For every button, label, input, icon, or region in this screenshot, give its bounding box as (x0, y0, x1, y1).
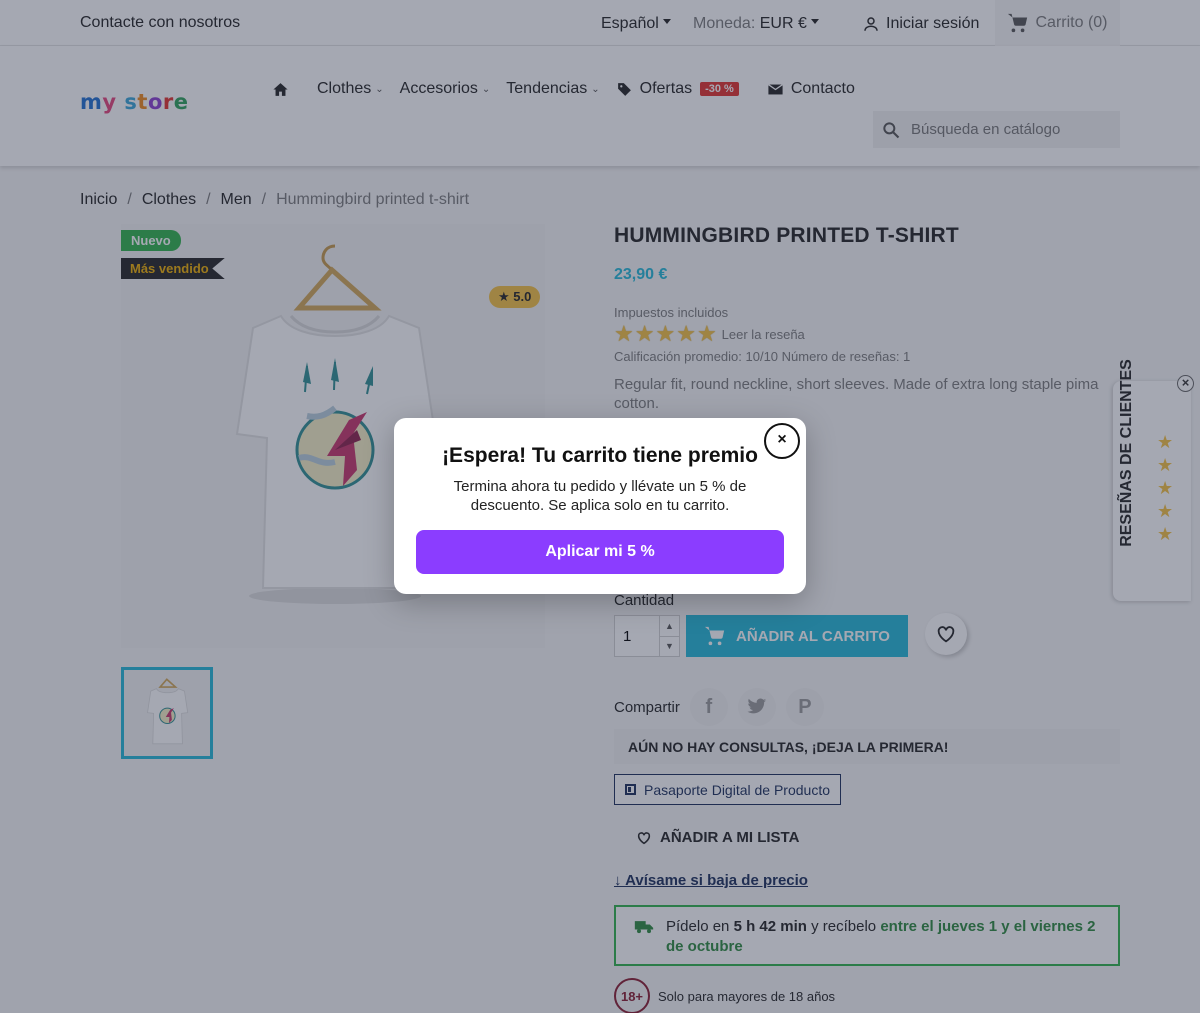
discount-modal: × ¡Espera! Tu carrito tiene premio Termi… (394, 418, 806, 594)
modal-title: ¡Espera! Tu carrito tiene premio (442, 444, 758, 467)
apply-discount-button[interactable]: Aplicar mi 5 % (416, 530, 784, 574)
modal-text: Termina ahora tu pedido y llévate un 5 %… (453, 478, 747, 514)
page: Contacte con nosotros Español Moneda: EU… (0, 0, 1200, 1013)
